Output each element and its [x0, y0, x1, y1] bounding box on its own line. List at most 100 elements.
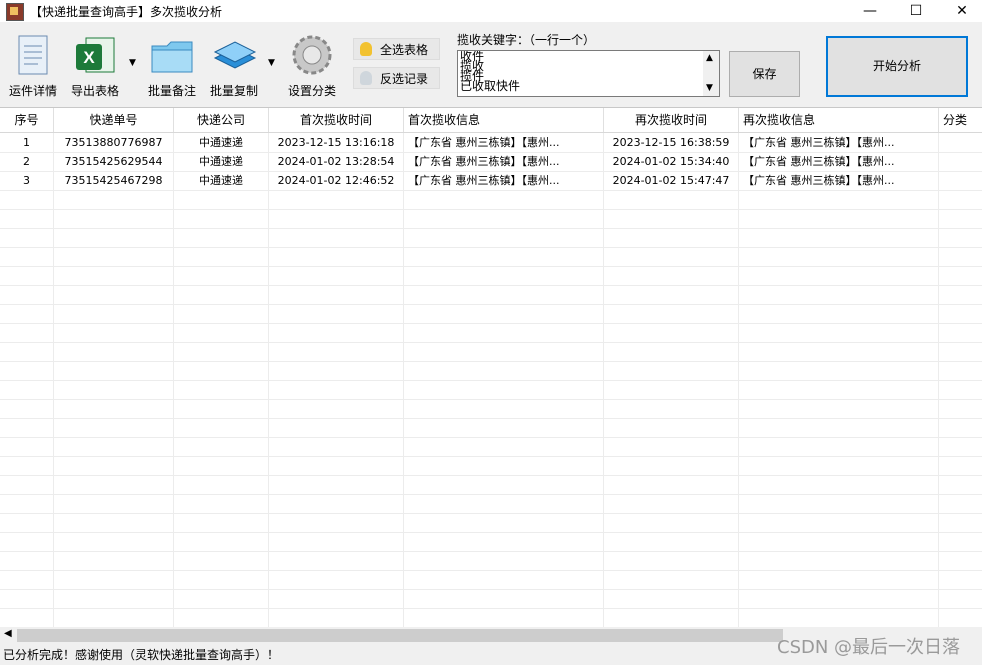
- table-cell: [739, 266, 939, 285]
- table-cell: [174, 589, 269, 608]
- table-row[interactable]: [0, 570, 982, 590]
- table-cell: [54, 532, 174, 551]
- table-cell: 1: [0, 133, 54, 152]
- table-row[interactable]: [0, 551, 982, 571]
- table-cell: [604, 342, 739, 361]
- table-row[interactable]: 2 73515425629544 中通速递 2024-01-02 13:28:54 【广…: [0, 152, 982, 172]
- keyword-scrollbar[interactable]: ▲ ▼: [703, 51, 719, 96]
- table-row[interactable]: 1 73513880776987 中通速递 2023-12-15 13:16:18 【广…: [0, 133, 982, 153]
- set-category-button[interactable]: 设置分类: [286, 32, 338, 99]
- table-cell: [739, 228, 939, 247]
- table-row[interactable]: [0, 209, 982, 229]
- export-dropdown-chevron-icon[interactable]: ▼: [129, 58, 136, 68]
- column-header[interactable]: 首次揽收信息: [404, 108, 604, 132]
- table-cell: [939, 456, 982, 475]
- scrollbar-thumb[interactable]: [17, 629, 783, 642]
- folder-icon: [149, 32, 195, 78]
- table-cell: [404, 285, 604, 304]
- maximize-button[interactable]: ☐: [893, 0, 939, 22]
- table-cell: [939, 342, 982, 361]
- copy-dropdown-chevron-icon[interactable]: ▼: [268, 58, 275, 68]
- results-table[interactable]: 序号 快递单号 快递公司 首次揽收时间 首次揽收信息 再次揽收时间 再次揽收信息 分类 1 73…: [0, 107, 982, 628]
- column-header[interactable]: 再次揽收时间: [604, 108, 739, 132]
- table-row[interactable]: [0, 475, 982, 495]
- table-row[interactable]: [0, 589, 982, 609]
- table-cell: [739, 513, 939, 532]
- export-table-button[interactable]: X 导出表格: [68, 32, 122, 99]
- table-row[interactable]: [0, 342, 982, 362]
- app-icon: [6, 3, 24, 21]
- table-cell: [0, 361, 54, 380]
- table-row[interactable]: [0, 437, 982, 457]
- table-cell: [0, 570, 54, 589]
- table-cell: [404, 551, 604, 570]
- column-header[interactable]: 序号: [0, 108, 54, 132]
- table-cell: [269, 323, 404, 342]
- table-cell: [0, 285, 54, 304]
- table-cell: [739, 570, 939, 589]
- table-cell: [269, 437, 404, 456]
- table-cell: [269, 361, 404, 380]
- table-row[interactable]: [0, 456, 982, 476]
- select-all-button[interactable]: 全选表格: [353, 38, 440, 60]
- table-cell: [174, 456, 269, 475]
- table-row[interactable]: [0, 380, 982, 400]
- table-row[interactable]: [0, 228, 982, 248]
- table-cell: [0, 551, 54, 570]
- keyword-textarea[interactable]: 收件 揽收 揽件 已收取快件 ▲ ▼: [457, 50, 720, 97]
- table-cell: [0, 247, 54, 266]
- table-row[interactable]: [0, 285, 982, 305]
- table-row[interactable]: [0, 323, 982, 343]
- column-header[interactable]: 分类: [939, 108, 982, 132]
- column-header[interactable]: 快递单号: [54, 108, 174, 132]
- table-cell: [939, 247, 982, 266]
- batch-note-button[interactable]: 批量备注: [146, 32, 198, 99]
- table-cell: [739, 532, 939, 551]
- scroll-up-icon[interactable]: ▲: [706, 53, 713, 63]
- column-header[interactable]: 快递公司: [174, 108, 269, 132]
- table-row[interactable]: [0, 361, 982, 381]
- table-row[interactable]: 3 73515425467298 中通速递 2024-01-02 12:46:52 【广…: [0, 171, 982, 191]
- table-row[interactable]: [0, 494, 982, 514]
- table-cell: [54, 399, 174, 418]
- close-button[interactable]: ✕: [939, 0, 982, 22]
- batch-copy-button[interactable]: 批量复制: [208, 32, 260, 99]
- start-analysis-button[interactable]: 开始分析: [826, 36, 968, 97]
- table-cell: [0, 589, 54, 608]
- table-cell: 中通速递: [174, 152, 269, 171]
- table-cell: [0, 494, 54, 513]
- table-cell: 【广东省 惠州三栋镇】【惠州...: [739, 171, 939, 190]
- table-cell: [54, 475, 174, 494]
- save-button[interactable]: 保存: [729, 51, 800, 97]
- invert-selection-button[interactable]: 反选记录: [353, 67, 440, 89]
- table-row[interactable]: [0, 399, 982, 419]
- table-cell: [404, 608, 604, 627]
- shipment-details-button[interactable]: 运件详情: [8, 32, 58, 99]
- table-cell: [939, 437, 982, 456]
- minimize-button[interactable]: —: [847, 0, 893, 22]
- table-cell: [174, 285, 269, 304]
- column-header[interactable]: 再次揽收信息: [739, 108, 939, 132]
- keyword-line: 已收取快件: [460, 79, 521, 93]
- table-row[interactable]: [0, 608, 982, 628]
- table-cell: 3: [0, 171, 54, 190]
- scroll-left-icon[interactable]: ◀: [4, 628, 12, 639]
- table-cell: [604, 247, 739, 266]
- table-cell: 【广东省 惠州三栋镇】【惠州...: [404, 152, 604, 171]
- table-cell: [604, 361, 739, 380]
- table-row[interactable]: [0, 513, 982, 533]
- table-row[interactable]: [0, 418, 982, 438]
- table-row[interactable]: [0, 304, 982, 324]
- table-cell: 2024-01-02 15:34:40: [604, 152, 739, 171]
- table-row[interactable]: [0, 247, 982, 267]
- table-cell: [404, 456, 604, 475]
- scroll-down-icon[interactable]: ▼: [706, 83, 713, 93]
- table-row[interactable]: [0, 266, 982, 286]
- table-cell: [939, 551, 982, 570]
- lightbulb-off-icon: [360, 71, 372, 85]
- table-cell: [269, 228, 404, 247]
- table-row[interactable]: [0, 190, 982, 210]
- column-header[interactable]: 首次揽收时间: [269, 108, 404, 132]
- table-row[interactable]: [0, 532, 982, 552]
- table-cell: [604, 399, 739, 418]
